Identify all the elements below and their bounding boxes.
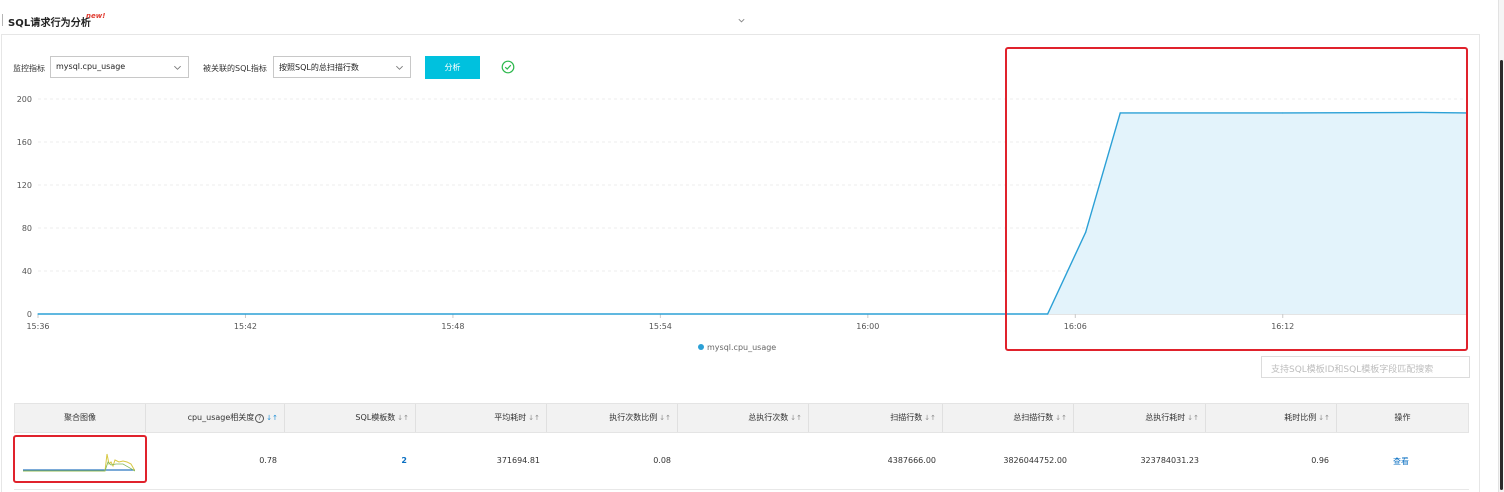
cell-scan-rows: 4387666.00 xyxy=(887,456,936,465)
x-tick-label: 15:54 xyxy=(649,322,672,331)
legend-series-label: mysql.cpu_usage xyxy=(707,343,777,352)
col-correlation[interactable]: cpu_usage相关度? ↓↑ xyxy=(146,404,285,432)
chart-legend[interactable]: mysql.cpu_usage xyxy=(698,343,776,352)
sort-icon[interactable]: ↓↑ xyxy=(1187,414,1199,422)
col-total-exec[interactable]: 总执行次数 ↓↑ xyxy=(678,404,809,432)
col-exec-ratio[interactable]: 执行次数比例 ↓↑ xyxy=(547,404,678,432)
header-accent-bar xyxy=(2,14,3,26)
sql-metric-select-value: 按照SQL的总扫描行数 xyxy=(279,63,359,72)
sort-icon[interactable]: ↓↑ xyxy=(659,414,671,422)
col-label: cpu_usage相关度 xyxy=(187,413,255,422)
sql-metric-select[interactable]: 按照SQL的总扫描行数 xyxy=(273,56,411,78)
col-time-ratio[interactable]: 耗时比例 ↓↑ xyxy=(1206,404,1337,432)
col-label: 平均耗时 xyxy=(494,413,527,422)
y-tick-label: 80 xyxy=(22,224,32,233)
y-tick-label: 120 xyxy=(17,181,32,190)
x-tick-label: 15:48 xyxy=(441,322,464,331)
col-label: 扫描行数 xyxy=(890,413,923,422)
section-header: SQL请求行为分析 new! xyxy=(0,0,1480,34)
y-tick-label: 0 xyxy=(27,310,32,319)
col-total-exec-time[interactable]: 总执行耗时 ↓↑ xyxy=(1074,404,1206,432)
sort-icon[interactable]: ↓↑ xyxy=(790,414,802,422)
x-tick-label: 16:00 xyxy=(856,322,879,331)
legend-series-marker xyxy=(698,344,704,350)
metric-select[interactable]: mysql.cpu_usage xyxy=(50,56,189,78)
col-aggregate-image: 聚合图像 xyxy=(15,404,146,432)
sparkline-highlight-box xyxy=(13,435,147,483)
x-tick-label: 15:36 xyxy=(26,322,49,331)
col-label: 总扫描行数 xyxy=(1013,413,1054,422)
col-label: 总执行耗时 xyxy=(1145,413,1186,422)
check-circle-icon xyxy=(501,60,515,74)
cell-avg-time: 371694.81 xyxy=(496,456,540,465)
chevron-down-icon xyxy=(174,65,181,70)
sort-icon[interactable]: ↓↑ xyxy=(1055,414,1067,422)
col-total-scan-rows[interactable]: 总扫描行数 ↓↑ xyxy=(943,404,1074,432)
col-label: 操作 xyxy=(1394,413,1411,422)
metric-label: 监控指标 xyxy=(13,64,45,73)
view-link[interactable]: 查看 xyxy=(1393,456,1409,467)
table-row: 0.78 2 371694.81 0.08 4387666.00 3826044… xyxy=(14,434,1469,490)
table-header: 聚合图像 cpu_usage相关度? ↓↑ SQL模板数 ↓↑ 平均耗时 ↓↑ 执行次… xyxy=(14,403,1469,433)
sql-template-search-input[interactable]: 支持SQL模板ID和SQL模板字段匹配搜索 xyxy=(1261,356,1470,378)
sort-icon[interactable]: ↓↑ xyxy=(397,414,409,422)
y-tick-label: 200 xyxy=(17,95,32,104)
series-point xyxy=(37,313,39,315)
col-label: 执行次数比例 xyxy=(609,413,658,422)
help-icon[interactable]: ? xyxy=(255,414,265,423)
metric-select-value: mysql.cpu_usage xyxy=(56,62,126,71)
sort-icon[interactable]: ↓↑ xyxy=(266,414,278,422)
col-sql-templates[interactable]: SQL模板数 ↓↑ xyxy=(285,404,416,432)
x-tick-label: 15:42 xyxy=(234,322,257,331)
y-tick-label: 160 xyxy=(17,138,32,147)
chart-highlight-box xyxy=(1005,47,1468,351)
cell-total-scan-rows: 3826044752.00 xyxy=(1003,456,1067,465)
analyze-button[interactable]: 分析 xyxy=(425,56,480,79)
page-scrollbar-thumb[interactable] xyxy=(1500,60,1503,490)
col-actions: 操作 xyxy=(1337,404,1468,432)
col-label: SQL模板数 xyxy=(355,413,396,422)
sort-icon[interactable]: ↓↑ xyxy=(1318,414,1330,422)
col-label: 聚合图像 xyxy=(64,413,96,422)
collapse-chevron-icon[interactable] xyxy=(737,16,746,25)
cell-sql-templates-link[interactable]: 2 xyxy=(401,456,407,465)
y-tick-label: 40 xyxy=(22,267,32,276)
col-scan-rows[interactable]: 扫描行数 ↓↑ xyxy=(809,404,943,432)
new-badge: new! xyxy=(86,12,106,20)
sql-metric-label: 被关联的SQL指标 xyxy=(203,64,267,73)
cell-exec-ratio: 0.08 xyxy=(653,456,671,465)
cell-total-exec-time: 323784031.23 xyxy=(1140,456,1199,465)
section-title: SQL请求行为分析 xyxy=(8,18,91,29)
sort-icon[interactable]: ↓↑ xyxy=(924,414,936,422)
col-label: 总执行次数 xyxy=(748,413,789,422)
cell-correlation: 0.78 xyxy=(259,456,277,465)
cell-time-ratio: 0.96 xyxy=(1311,456,1329,465)
sort-icon[interactable]: ↓↑ xyxy=(528,414,540,422)
col-label: 耗时比例 xyxy=(1284,413,1317,422)
col-avg-time[interactable]: 平均耗时 ↓↑ xyxy=(416,404,547,432)
chevron-down-icon xyxy=(396,65,403,70)
